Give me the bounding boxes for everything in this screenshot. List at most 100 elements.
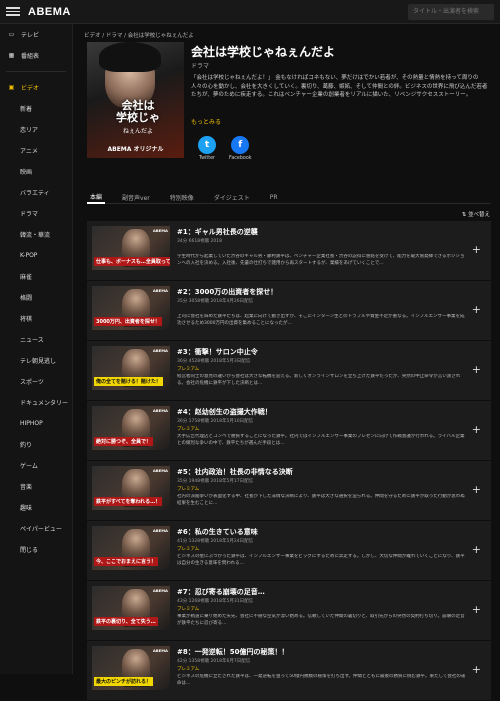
episode-thumbnail[interactable]: ABEMA 今、ここでおまえに言う！ (92, 526, 170, 570)
episode-thumbnail[interactable]: ABEMA 最大のピンチが訪れる！ (92, 646, 170, 690)
sidebar-item-3[interactable]: 新着 (0, 98, 72, 119)
facebook-share-button[interactable]: f Facebook (229, 136, 252, 161)
tab-digest[interactable]: ダイジェスト (211, 190, 253, 204)
episode-thumbnail[interactable]: ABEMA 仕事も、ボーナスも…全員取ってやる！ (92, 226, 170, 270)
more-link[interactable]: もっとみる (191, 117, 221, 126)
sidebar-item-label: ニュース (20, 337, 44, 344)
sidebar-item-7[interactable]: バラエティ (0, 182, 72, 203)
thumbnail-brand: ABEMA (152, 228, 168, 233)
poster-brand: ABEMA オリジナル (107, 146, 164, 153)
add-to-list-icon[interactable]: + (472, 543, 481, 556)
episode-title[interactable]: #8：一発逆転！50億円の秘策！！ (177, 647, 288, 657)
episode-title[interactable]: #4：赵幼创生の盗撮大作戦！ (177, 407, 272, 417)
search-input[interactable] (408, 4, 494, 20)
sidebar-item-8[interactable]: ドラマ (0, 203, 72, 224)
episode-title[interactable]: #1：ギャル男社長の逆襲 (177, 227, 258, 237)
sidebar-item-10[interactable]: K-POP (0, 245, 72, 266)
sidebar-item-label: HIPHOP (20, 420, 43, 427)
menu-icon[interactable] (6, 7, 20, 16)
sidebar-item-label: スポーツ (20, 379, 44, 386)
sidebar-item-20[interactable]: ゲーム (0, 455, 72, 476)
episode-row[interactable]: ABEMA 鉄平がすべてを奪われる…！ #5：社内政治！社長の非情なる決断 35分 1… (87, 461, 491, 520)
sidebar-item-24[interactable]: 閉じる (0, 539, 72, 560)
sidebar-item-0[interactable]: ▭ テレビ (0, 24, 72, 45)
episode-title[interactable]: #3：衝撃！サロン中止令 (177, 347, 258, 357)
sidebar-item-21[interactable]: 音楽 (0, 476, 72, 497)
episode-row[interactable]: ABEMA 今、ここでおまえに言う！ #6：私の生きている意味 41分 1328視聴 … (87, 521, 491, 580)
sidebar-item-18[interactable]: HIPHOP (0, 413, 72, 434)
episode-description: 学生時代から起業していた渋谷のギャル男・藤村鉄平は、ベンチャー企業社長・渋谷の説… (177, 254, 465, 266)
sidebar-item-label: ビデオ (21, 85, 40, 92)
tab-pr[interactable]: PR (267, 190, 281, 204)
episode-meta: 43分 1268視聴 2018年5月31日配信 (177, 599, 254, 604)
sidebar-item-label: テレビ (21, 32, 40, 39)
episode-row[interactable]: ABEMA 3000万円、出資者を探せ！ #2：3000万の出資者を探せ！ 35分 3… (87, 281, 491, 340)
thumbnail-caption: 俺の全てを賭ける！賭けた！ (94, 377, 163, 386)
breadcrumb[interactable]: ビデオ / ドラマ / 会社は学校じゃねぇんだよ (84, 31, 194, 39)
sidebar-item-15[interactable]: テレ朝見逃し (0, 350, 72, 371)
sort-button[interactable]: ⇅ 並べ替え (462, 210, 490, 218)
add-to-list-icon[interactable]: + (472, 663, 481, 676)
episode-description: ビジネスの壁にぶつかった鉄平は、インフルエンサー事業をビッグにするために奔走する… (177, 554, 465, 566)
abema-logo[interactable]: ABEMA (28, 6, 71, 18)
series-genre[interactable]: ドラマ (191, 61, 209, 70)
episode-row[interactable]: ABEMA 俺の全てを賭ける！賭けた！ #3：衝撃！サロン中止令 36分 4528視聴… (87, 341, 491, 400)
sidebar-item-14[interactable]: ニュース (0, 329, 72, 350)
add-to-list-icon[interactable]: + (472, 363, 481, 376)
series-poster: 会社は 学校じゃ ねぇんだよ ABEMA オリジナル (87, 42, 184, 158)
episode-title[interactable]: #5：社内政治！社長の非情なる決断 (177, 467, 293, 477)
episode-description: ビジネスの危機に立たされた鉄平は、一発逆転を狙って50億円規模の秘策を打ち出す。… (177, 674, 466, 686)
sidebar-item-6[interactable]: 映画 (0, 161, 72, 182)
tab-main[interactable]: 本編 (87, 190, 106, 204)
sidebar-item-label: 趣味 (20, 505, 33, 512)
tab-special[interactable]: 特別映像 (167, 190, 197, 204)
sidebar-item-23[interactable]: ペイパービュー (0, 518, 72, 539)
episode-meta: 35分 1948視聴 2018年5月17日配信 (177, 479, 254, 484)
add-to-list-icon[interactable]: + (472, 483, 481, 496)
episode-row[interactable]: ABEMA 絶対に勝つぞ、全員で！ #4：赵幼创生の盗撮大作戦！ 36分 1758視聴… (87, 401, 491, 460)
sidebar-item-2[interactable]: ▣ ビデオ (0, 77, 72, 98)
episode-thumbnail[interactable]: ABEMA 鉄平の裏切り、全て失う… (92, 586, 170, 630)
calendar-icon: ▦ (8, 52, 15, 59)
sidebar-item-label: 恋リア (20, 127, 39, 134)
sidebar-item-22[interactable]: 趣味 (0, 497, 72, 518)
sidebar-item-4[interactable]: 恋リア (0, 119, 72, 140)
episode-title[interactable]: #2：3000万の出資者を探せ！ (177, 287, 277, 297)
episode-meta: 36分 1758視聴 2018年5月10日配信 (177, 419, 254, 424)
tab-audio-commentary[interactable]: 副音声ver (119, 190, 153, 204)
series-title: 会社は学校じゃねぇんだよ (191, 45, 336, 59)
sidebar-item-5[interactable]: アニメ (0, 140, 72, 161)
sidebar-item-9[interactable]: 韓流・華流 (0, 224, 72, 245)
episode-meta: 34分 6618視聴 2018 (177, 239, 222, 244)
sidebar-item-19[interactable]: 釣り (0, 434, 72, 455)
episode-row[interactable]: ABEMA 最大のピンチが訪れる！ #8：一発逆転！50億円の秘策！！ 42分 135… (87, 641, 491, 700)
episode-thumbnail[interactable]: ABEMA 俺の全てを賭ける！賭けた！ (92, 346, 170, 390)
sidebar-item-13[interactable]: 将棋 (0, 308, 72, 329)
premium-badge: プレミアム (177, 607, 200, 612)
add-to-list-icon[interactable]: + (472, 423, 481, 436)
episode-meta: 35分 3058視聴 2018年4月26日配信 (177, 299, 254, 304)
sidebar-item-label: 韓流・華流 (20, 232, 51, 239)
sidebar: ▭ テレビ ▦ 番組表 ▣ ビデオ新着恋リアアニメ 映画 バラエティ ドラマ韓流・華流 K-POP… (0, 24, 73, 674)
video-icon: ▣ (8, 84, 15, 91)
episode-title[interactable]: #7：忍び寄る崩壊の足音… (177, 587, 265, 597)
sidebar-item-1[interactable]: ▦ 番組表 (0, 45, 72, 66)
episode-title[interactable]: #6：私の生きている意味 (177, 527, 258, 537)
episode-thumbnail[interactable]: ABEMA 絶対に勝つぞ、全員で！ (92, 406, 170, 450)
episode-thumbnail[interactable]: ABEMA 鉄平がすべてを奪われる…！ (92, 466, 170, 510)
sidebar-item-11[interactable]: 麻雀 (0, 266, 72, 287)
sidebar-item-label: 閉じる (20, 547, 39, 554)
episode-row[interactable]: ABEMA 仕事も、ボーナスも…全員取ってやる！ #1：ギャル男社長の逆襲 34分 6… (87, 221, 491, 280)
sidebar-item-16[interactable]: スポーツ (0, 371, 72, 392)
episode-thumbnail[interactable]: ABEMA 3000万円、出資者を探せ！ (92, 286, 170, 330)
episode-row[interactable]: ABEMA 鉄平の裏切り、全て失う… #7：忍び寄る崩壊の足音… 43分 1268視聴… (87, 581, 491, 640)
add-to-list-icon[interactable]: + (472, 303, 481, 316)
add-to-list-icon[interactable]: + (472, 603, 481, 616)
sidebar-item-label: 新着 (20, 106, 33, 113)
premium-badge: プレミアム (177, 427, 200, 432)
twitter-share-button[interactable]: t Twitter (198, 136, 216, 161)
add-to-list-icon[interactable]: + (472, 243, 481, 256)
sidebar-item-17[interactable]: ドキュメンタリー (0, 392, 72, 413)
sidebar-item-12[interactable]: 格闘 (0, 287, 72, 308)
twitter-label: Twitter (198, 156, 216, 161)
